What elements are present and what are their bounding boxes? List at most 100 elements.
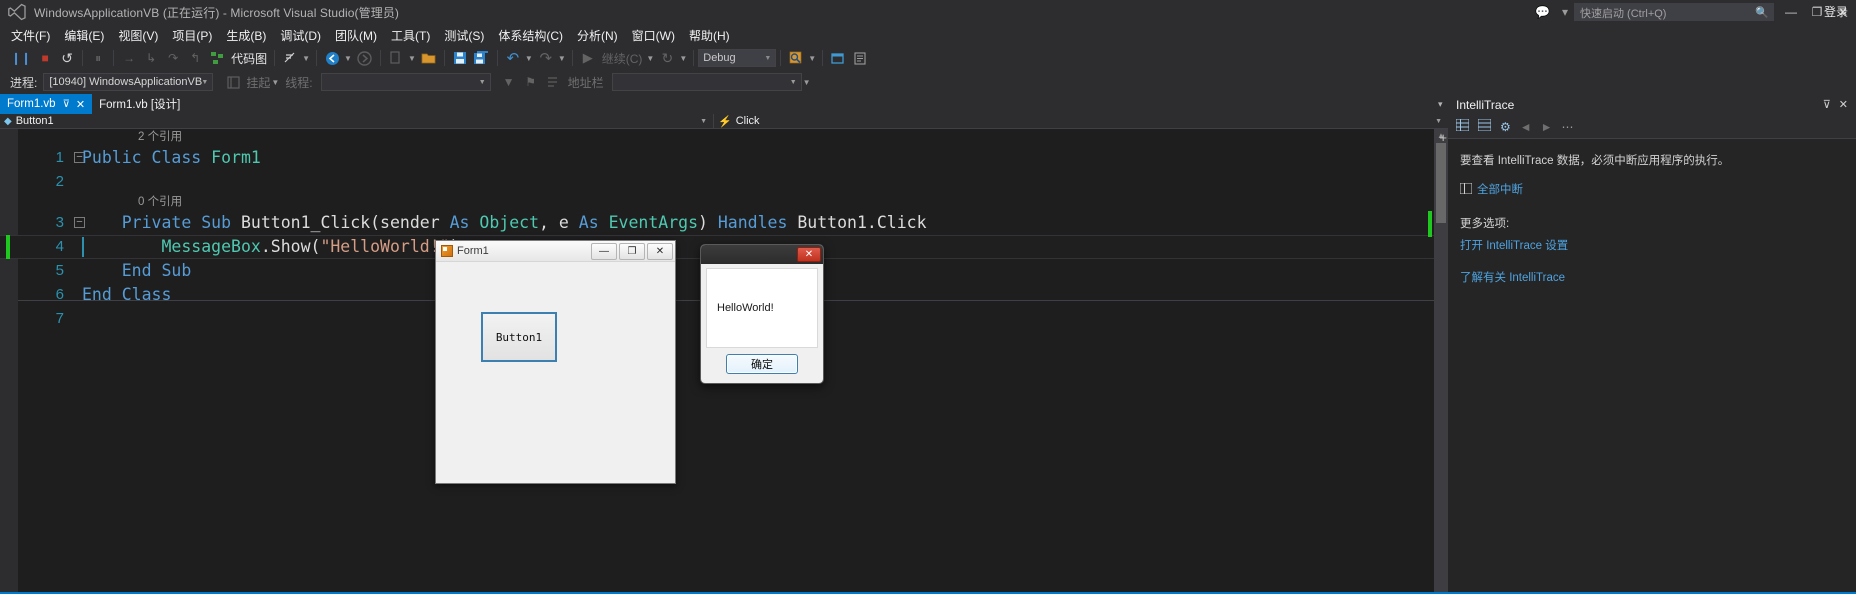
close-icon[interactable]: ✕	[76, 98, 85, 111]
menu-item-8[interactable]: 测试(S)	[437, 25, 491, 46]
form1-close-button[interactable]: ✕	[647, 242, 673, 260]
chevron-down-icon[interactable]: ▼	[803, 78, 811, 87]
menu-item-1[interactable]: 编辑(E)	[57, 25, 111, 46]
editor-expand-icon[interactable]: +	[1439, 130, 1447, 145]
save-icon[interactable]	[450, 48, 470, 68]
menu-item-9[interactable]: 体系结构(C)	[491, 25, 570, 46]
chevron-down-icon[interactable]: ▼	[408, 54, 416, 63]
reload-icon[interactable]: ↻	[657, 48, 677, 68]
quick-launch-input[interactable]: 快速启动 (Ctrl+Q) 🔍	[1574, 3, 1774, 21]
pin-icon[interactable]: ⊽	[63, 99, 70, 110]
process-combo[interactable]: [10940] WindowsApplicationVB ▼	[43, 73, 214, 91]
thread-combo[interactable]: ▼	[320, 73, 491, 91]
form1-maximize-button[interactable]: ❐	[619, 242, 645, 260]
messagebox-dialog[interactable]: ✕ HelloWorld! 确定	[700, 244, 824, 384]
open-file-icon[interactable]	[419, 48, 439, 68]
chevron-down-icon[interactable]: ▼	[271, 78, 279, 87]
menu-item-6[interactable]: 团队(M)	[328, 25, 384, 46]
code-line-text: End Class	[82, 285, 172, 304]
list-view-icon[interactable]	[1455, 118, 1470, 134]
menu-item-0[interactable]: 文件(F)	[4, 25, 57, 46]
editor-tab-0[interactable]: Form1.vb ⊽ ✕	[0, 94, 93, 114]
filter-icon[interactable]: ▾	[1562, 5, 1568, 19]
open-intellitrace-settings-link[interactable]: 打开 IntelliTrace 设置	[1460, 237, 1844, 255]
scrollbar-thumb[interactable]	[1436, 143, 1446, 223]
new-item-icon[interactable]	[386, 48, 406, 68]
break-all-action[interactable]: 全部中断	[1459, 181, 1844, 199]
start-debug-icon[interactable]: ▶	[578, 48, 598, 68]
pause-button[interactable]: ❙❙	[9, 48, 33, 68]
gear-icon[interactable]: ⚙	[1500, 120, 1511, 134]
flag-icon[interactable]: ⚑	[521, 72, 541, 92]
chevron-down-icon[interactable]: ▼	[525, 54, 533, 63]
undo-button[interactable]: ↶	[503, 48, 523, 68]
close-icon[interactable]: ✕	[1839, 98, 1848, 111]
navbar-member-dropdown[interactable]: ⚡ Click ▼	[714, 114, 1448, 129]
minimize-button[interactable]: —	[1778, 1, 1804, 23]
detail-view-icon[interactable]	[1477, 118, 1492, 134]
editor-vertical-scrollbar[interactable]: ▲	[1434, 129, 1448, 594]
chevron-down-icon[interactable]: ▼	[679, 54, 687, 63]
properties-icon[interactable]	[850, 48, 870, 68]
menu-item-11[interactable]: 窗口(W)	[625, 25, 682, 46]
codelens-reference-count[interactable]: 0 个引用	[18, 194, 1434, 211]
learn-about-intellitrace-link[interactable]: 了解有关 IntelliTrace	[1460, 269, 1844, 287]
search-icon[interactable]: 🔍	[1755, 6, 1769, 19]
step-out-button[interactable]: ↰	[185, 48, 205, 68]
menu-item-10[interactable]: 分析(N)	[570, 25, 625, 46]
chevron-down-icon[interactable]: ▼	[646, 54, 654, 63]
stack-frame-filter-icon[interactable]: ▼	[499, 72, 519, 92]
menu-item-5[interactable]: 调试(D)	[273, 25, 328, 46]
no-source-icon[interactable]	[280, 48, 300, 68]
messagebox-ok-button[interactable]: 确定	[726, 354, 798, 374]
line-number: 1	[55, 149, 64, 166]
break-all-button[interactable]: ⏸	[88, 48, 108, 68]
stackframe-combo[interactable]: ▼	[611, 73, 802, 91]
find-icon[interactable]	[786, 48, 806, 68]
callstack-icon[interactable]	[543, 72, 563, 92]
menu-item-12[interactable]: 帮助(H)	[682, 25, 737, 46]
code-line[interactable]: 2	[18, 170, 1434, 194]
code-line[interactable]: 3– Private Sub Button1_Click(sender As O…	[18, 211, 1434, 235]
pin-icon[interactable]: ⊽	[1823, 98, 1831, 111]
save-all-icon[interactable]	[472, 48, 492, 68]
step-over-button[interactable]: ↷	[163, 48, 183, 68]
suspend-icon[interactable]	[223, 72, 243, 92]
show-next-statement-button[interactable]: →	[119, 48, 139, 68]
editor-tab-1[interactable]: Form1.vb [设计]	[92, 94, 188, 114]
solution-configuration-value: Debug	[703, 52, 736, 64]
code-map-label[interactable]: 代码图	[229, 48, 269, 68]
messagebox-close-button[interactable]: ✕	[797, 247, 821, 262]
code-line[interactable]: 1– Public Class Form1	[18, 146, 1434, 170]
code-map-icon[interactable]	[207, 48, 227, 68]
form1-title-bar[interactable]: Form1 — ❐ ✕	[436, 241, 675, 262]
codelens-reference-count[interactable]: 2 个引用	[18, 129, 1434, 146]
chevron-down-icon[interactable]: ▼	[302, 54, 310, 63]
navbar-type-dropdown[interactable]: ◆ Button1 ▼	[0, 113, 714, 129]
stop-debugging-button[interactable]: ■	[35, 48, 55, 68]
solution-configuration-combo[interactable]: Debug ▼	[698, 49, 777, 67]
navigate-forward-button[interactable]	[355, 48, 375, 68]
sign-in-link[interactable]: 登录	[1824, 3, 1848, 20]
menu-item-3[interactable]: 项目(P)	[165, 25, 219, 46]
step-into-button[interactable]: ↳	[141, 48, 161, 68]
feedback-icon[interactable]: 💬	[1535, 5, 1550, 19]
chevron-down-icon[interactable]: ▼	[344, 54, 352, 63]
menu-item-7[interactable]: 工具(T)	[384, 25, 437, 46]
continue-label[interactable]: 继续(C)	[600, 48, 645, 68]
button1[interactable]: Button1	[481, 312, 557, 362]
menu-item-4[interactable]: 生成(B)	[219, 25, 273, 46]
chevron-down-icon[interactable]: ▼	[558, 54, 566, 63]
menu-item-2[interactable]: 视图(V)	[111, 25, 165, 46]
restart-button[interactable]: ↺	[57, 48, 77, 68]
editor-indicator-margin[interactable]	[0, 129, 18, 594]
chevron-down-icon[interactable]: ▼	[808, 54, 816, 63]
navigate-backward-button[interactable]	[322, 48, 342, 68]
form1-application-window[interactable]: Form1 — ❐ ✕ Button1	[435, 240, 676, 484]
redo-button[interactable]: ↷	[536, 48, 556, 68]
overflow-icon[interactable]: ⋯	[1562, 120, 1574, 134]
window-icon[interactable]	[828, 48, 848, 68]
back-arrow-icon[interactable]: ◄	[1520, 120, 1532, 134]
forward-arrow-icon[interactable]: ►	[1541, 120, 1553, 134]
form1-minimize-button[interactable]: —	[591, 242, 617, 260]
